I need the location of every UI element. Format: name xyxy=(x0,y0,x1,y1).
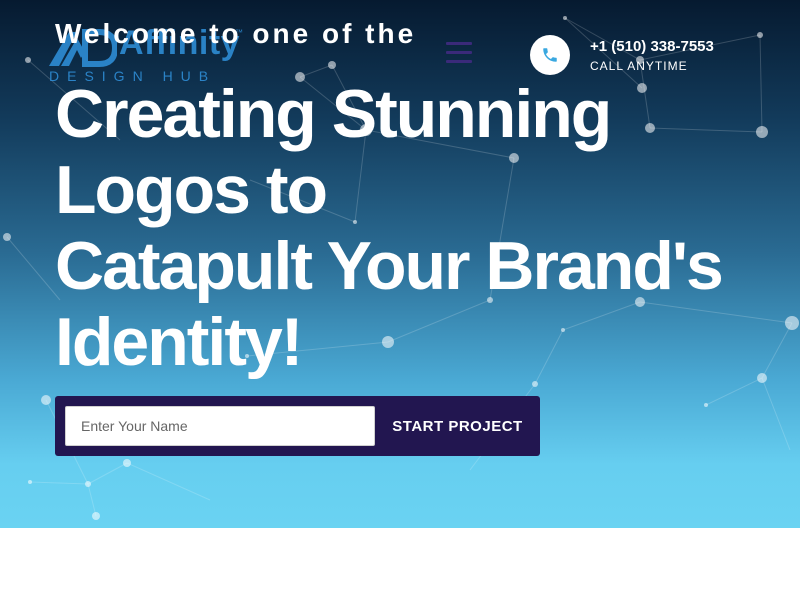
headline-line: Logos to xyxy=(55,152,328,228)
start-project-button[interactable]: START PROJECT xyxy=(381,406,534,446)
headline-line: Creating Stunning xyxy=(55,76,612,152)
start-project-form: START PROJECT xyxy=(55,396,540,456)
menu-bar xyxy=(446,60,472,63)
headline-line: Catapult Your Brand's xyxy=(55,228,724,304)
hero-section: Affinity ™ DESIGN HUB Welcome to one of … xyxy=(0,0,800,528)
hero-headline: Creating Stunning Logos to Catapult Your… xyxy=(55,76,775,380)
headline-line: Identity! xyxy=(55,304,303,380)
phone-glyph-icon xyxy=(543,48,557,62)
name-input[interactable] xyxy=(65,406,375,446)
phone-caption: CALL ANYTIME xyxy=(590,59,688,73)
phone-number[interactable]: +1 (510) 338-7553 xyxy=(590,38,714,55)
welcome-text: Welcome to one of the xyxy=(55,18,417,49)
content-area xyxy=(0,528,800,600)
menu-bar xyxy=(446,42,472,45)
phone-icon[interactable] xyxy=(530,35,570,75)
hamburger-menu-icon[interactable] xyxy=(446,42,472,64)
menu-bar xyxy=(446,51,472,54)
